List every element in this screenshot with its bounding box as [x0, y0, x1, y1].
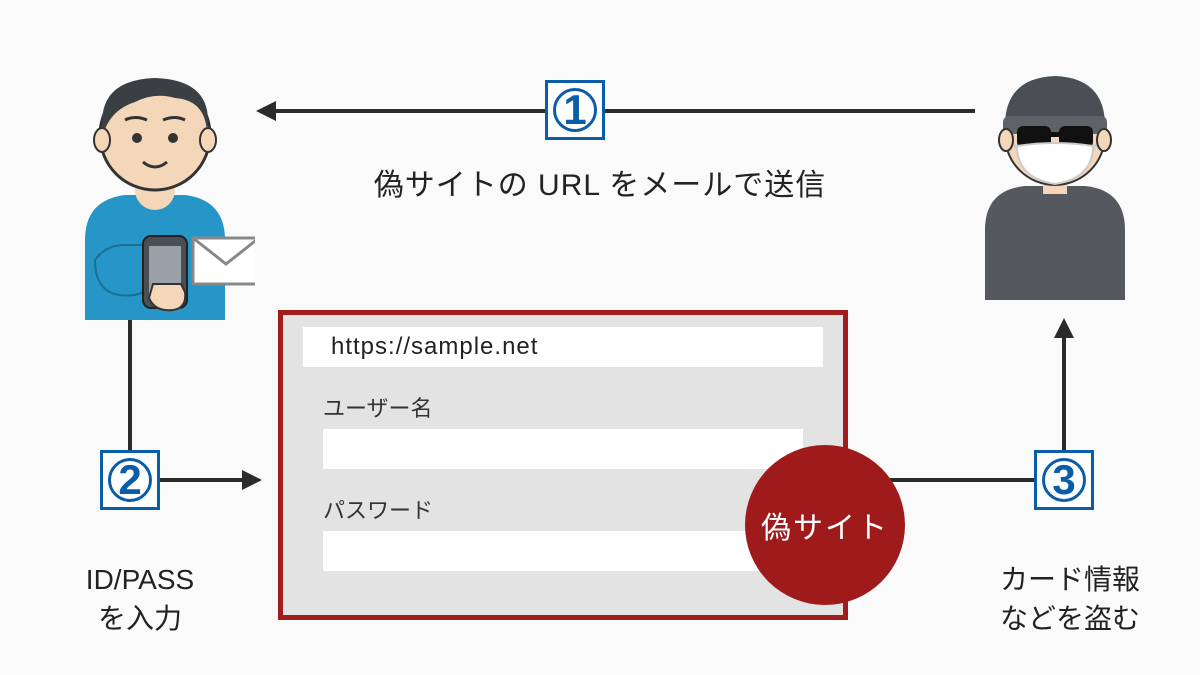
step-badge-1: 1 [545, 80, 605, 140]
step-number-2: 2 [108, 458, 152, 502]
fake-site-stamp: 偽サイト [745, 445, 905, 605]
url-bar: https://sample.net [303, 327, 823, 367]
arrow-head-right-icon [242, 470, 262, 490]
step-badge-2: 2 [100, 450, 160, 510]
step2-label: ID/PASS を入力 [40, 560, 240, 638]
fake-site-panel: https://sample.net ユーザー名 パスワード 偽サイト [278, 310, 848, 620]
username-input[interactable] [323, 429, 803, 469]
step-number-3: 3 [1042, 458, 1086, 502]
arrow-head-left-icon [256, 101, 276, 121]
step-number-1: 1 [553, 88, 597, 132]
phishing-diagram: 1 偽サイトの URL をメールで送信 2 ID/PASS を入力 3 カード情… [0, 0, 1200, 675]
step1-label: 偽サイトの URL をメールで送信 [0, 160, 1200, 204]
username-field-block: ユーザー名 [303, 391, 823, 469]
password-input[interactable] [323, 531, 803, 571]
envelope-icon [193, 238, 255, 284]
arrow-step1 [275, 109, 975, 113]
step3-label: カード情報 などを盗む [970, 560, 1170, 638]
step-badge-3: 3 [1034, 450, 1094, 510]
username-label: ユーザー名 [323, 391, 823, 423]
arrow-head-up-icon [1054, 318, 1074, 338]
